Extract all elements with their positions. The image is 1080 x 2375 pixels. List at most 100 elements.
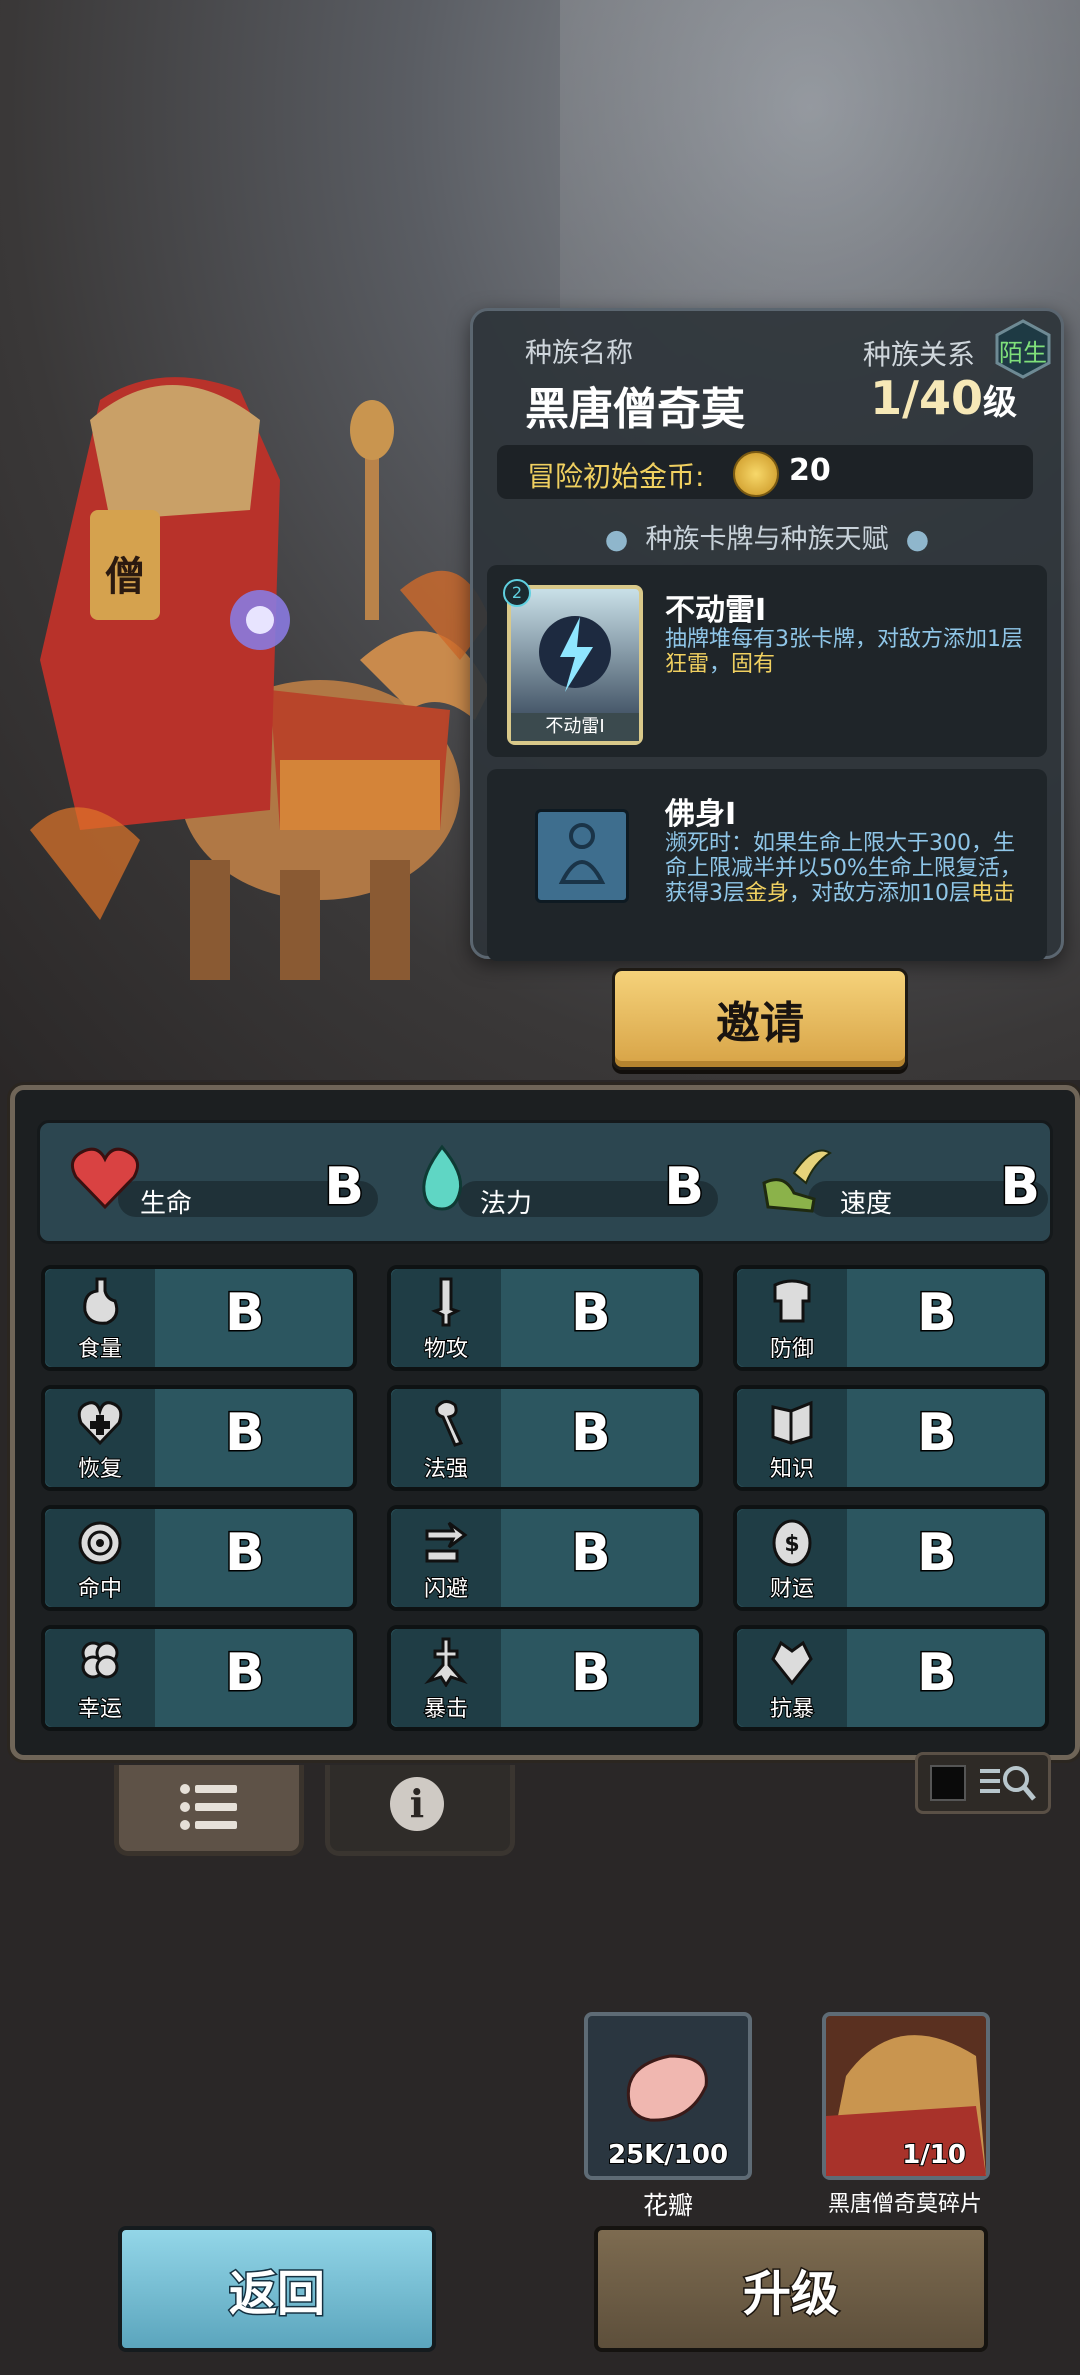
info-icon: i — [390, 1777, 444, 1831]
upgrade-button[interactable]: 升级 — [594, 2226, 988, 2352]
stomach-icon — [83, 1277, 119, 1325]
stat-crit-resist-grade: B — [916, 1642, 959, 1705]
stat-defense-grade: B — [916, 1282, 959, 1345]
race-card-name: 不动雷I — [665, 593, 767, 628]
mana-flame-icon — [422, 1144, 463, 1211]
keyword-jinshen: 金身 — [745, 881, 790, 906]
stat-accuracy[interactable]: 命中 B — [41, 1505, 357, 1611]
stat-life-label: 生命 — [140, 1189, 193, 1219]
stat-life[interactable]: 生命 B — [70, 1143, 390, 1223]
resource-shard-label: 黑唐僧奇莫碎片 — [827, 2192, 982, 2217]
stat-defense[interactable]: 防御 B — [733, 1265, 1049, 1371]
list-icon — [180, 1784, 237, 1830]
tab-info[interactable]: i — [325, 1765, 515, 1856]
stat-dodge-grade: B — [570, 1522, 613, 1585]
stat-dodge-label: 闪避 — [423, 1576, 469, 1603]
stat-speed-label: 速度 — [840, 1189, 893, 1219]
stat-physical-attack-grade: B — [570, 1282, 613, 1345]
talent-name: 佛身I — [665, 797, 737, 832]
stat-knowledge-grade: B — [916, 1402, 959, 1465]
stat-luck[interactable]: 幸运 B — [41, 1625, 357, 1731]
dodge-icon — [425, 1521, 468, 1563]
stat-knowledge[interactable]: 知识 B — [733, 1385, 1049, 1491]
stat-recovery[interactable]: 恢复 B — [41, 1385, 357, 1491]
stat-magic-power[interactable]: 法强 B — [387, 1385, 703, 1491]
race-level: 1/40级 — [870, 371, 1017, 425]
resource-petal-label: 花瓣 — [642, 2191, 693, 2220]
resource-petal-count: 25K/100 — [607, 2139, 729, 2171]
primary-stats-bar: 生命 B 法力 B 速度 B — [37, 1120, 1053, 1244]
petal-icon — [626, 2054, 708, 2122]
grid-view-icon[interactable] — [930, 1765, 966, 1801]
view-toggle[interactable] — [915, 1752, 1051, 1814]
stat-critical-label: 暴击 — [423, 1696, 469, 1723]
starting-gold-value: 20 — [789, 453, 831, 488]
race-relation-label: 种族关系 — [863, 338, 976, 371]
stat-fortune-grade: B — [916, 1522, 959, 1585]
list-search-icon[interactable] — [976, 1761, 1038, 1805]
stat-crit-resist[interactable]: 抗暴 B — [733, 1625, 1049, 1731]
stat-mana-grade: B — [663, 1156, 706, 1219]
talent-desc-text-2: ，对敌方添加10层 — [789, 881, 972, 906]
stat-luck-label: 幸运 — [77, 1696, 123, 1723]
stat-knowledge-label: 知识 — [769, 1456, 815, 1483]
race-level-value: 1/40 — [870, 371, 983, 425]
keyword-kuanglei: 狂雷 — [665, 652, 710, 677]
stat-food-label: 食量 — [77, 1336, 123, 1363]
back-button[interactable]: 返回 — [118, 2226, 436, 2352]
card-art-label: 不动雷I — [511, 713, 639, 741]
race-cards-section-title: ● 种族卡牌与种族天赋 ● — [604, 524, 930, 555]
invite-button[interactable]: 邀请 — [612, 968, 908, 1070]
race-info-panel: 种族名称 种族关系 陌生 黑唐僧奇莫 1/40级 冒险初始金币: 20 ● 种族… — [470, 308, 1064, 961]
sword-icon — [431, 1277, 461, 1327]
race-card-row[interactable]: 2 不动雷I 不动雷I 抽牌堆每有3张卡牌，对敌方添加1层狂雷，固有 — [487, 565, 1047, 757]
starting-gold-bar: 冒险初始金币: 20 — [497, 445, 1033, 499]
race-cards-section-text: 种族卡牌与种族天赋 — [645, 524, 889, 555]
talent-thumbnail[interactable] — [535, 809, 629, 903]
stat-defense-label: 防御 — [769, 1336, 815, 1363]
race-name-label: 种族名称 — [525, 338, 633, 369]
svg-text:僧: 僧 — [105, 554, 145, 600]
stats-panel: 生命 B 法力 B 速度 B 食量 B 物攻 B 防御 B 恢复 B 法强 B … — [10, 1085, 1080, 1760]
winged-boot-icon — [762, 1149, 832, 1213]
resource-petal[interactable]: 25K/100 — [584, 2012, 752, 2180]
character-illustration: 僧 — [30, 377, 490, 980]
stat-food-grade: B — [224, 1282, 267, 1345]
starting-gold-label: 冒险初始金币: — [527, 460, 705, 493]
coin-icon: $ — [772, 1519, 812, 1567]
keyword-dianji: 电击 — [971, 881, 1016, 906]
stat-food[interactable]: 食量 B — [41, 1265, 357, 1371]
stat-recovery-grade: B — [224, 1402, 267, 1465]
stat-physical-attack[interactable]: 物攻 B — [387, 1265, 703, 1371]
stat-magic-power-label: 法强 — [423, 1456, 469, 1483]
race-card-desc-text: 抽牌堆每有3张卡牌，对敌方添加1层 — [665, 627, 1023, 652]
race-talent-row[interactable]: 佛身I 濒死时：如果生命上限大于300，生命上限减半并以50%生命上限复活，获得… — [487, 769, 1047, 961]
card-cost-badge: 2 — [503, 579, 531, 607]
stat-fortune[interactable]: $ 财运 B — [733, 1505, 1049, 1611]
tab-stats-list[interactable] — [114, 1765, 304, 1856]
relation-badge-text: 陌生 — [999, 339, 1047, 367]
race-name: 黑唐僧奇莫 — [525, 384, 745, 435]
crit-icon — [424, 1637, 468, 1687]
coin-icon — [733, 451, 779, 497]
meditation-icon — [558, 823, 606, 884]
race-card-description: 抽牌堆每有3张卡牌，对敌方添加1层狂雷，固有 — [665, 627, 1035, 677]
stat-critical[interactable]: 暴击 B — [387, 1625, 703, 1731]
stat-physical-attack-label: 物攻 — [423, 1336, 469, 1363]
stat-dodge[interactable]: 闪避 B — [387, 1505, 703, 1611]
target-icon — [78, 1521, 122, 1565]
stat-mana-label: 法力 — [480, 1189, 533, 1219]
stat-recovery-label: 恢复 — [77, 1456, 123, 1483]
race-card-thumbnail[interactable]: 2 不动雷I — [503, 579, 643, 745]
resource-shard-count: 1/10 — [901, 2139, 967, 2171]
stat-speed[interactable]: 速度 B — [760, 1143, 1050, 1223]
stat-crit-resist-label: 抗暴 — [769, 1696, 815, 1723]
stat-speed-grade: B — [999, 1156, 1042, 1219]
stat-mana[interactable]: 法力 B — [410, 1143, 730, 1223]
keyword-guyou: 固有 — [731, 652, 776, 677]
stat-magic-power-grade: B — [570, 1402, 613, 1465]
race-level-unit: 级 — [983, 383, 1017, 423]
heal-heart-icon — [77, 1401, 123, 1446]
resource-character-shard[interactable]: 1/10 — [822, 2012, 990, 2180]
svg-text:$: $ — [784, 1532, 799, 1557]
